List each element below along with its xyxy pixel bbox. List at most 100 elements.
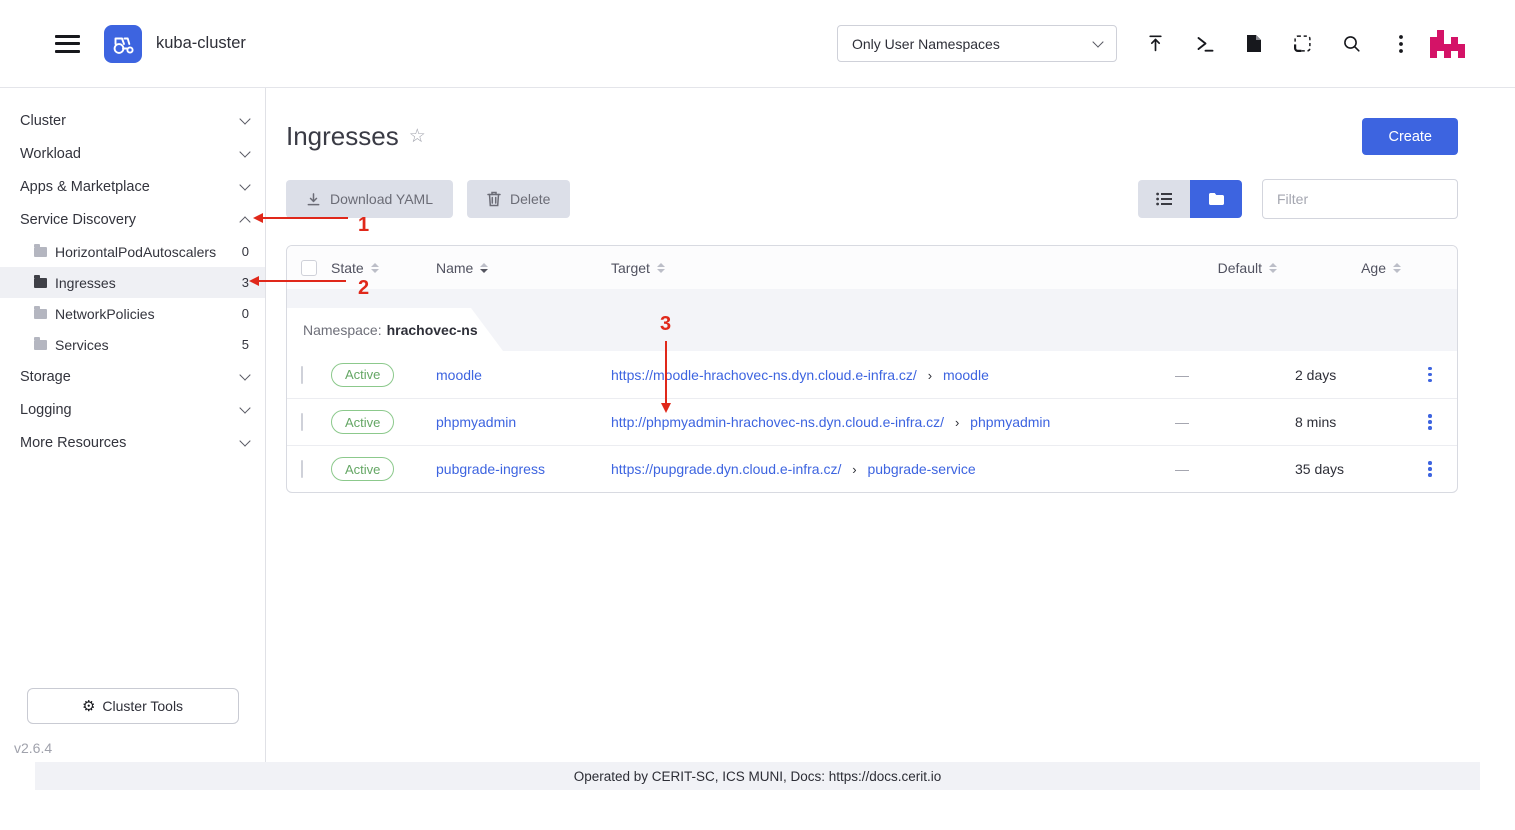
delete-button[interactable]: Delete bbox=[467, 180, 570, 218]
age-value: 35 days bbox=[1295, 461, 1344, 477]
cluster-tools-label: Cluster Tools bbox=[102, 698, 183, 714]
download-yaml-button[interactable]: Download YAML bbox=[286, 180, 453, 218]
sidebar-item-horizontalpodautoscalers[interactable]: HorizontalPodAutoscalers 0 bbox=[0, 236, 265, 267]
filter-input[interactable] bbox=[1262, 179, 1458, 219]
list-view-button[interactable] bbox=[1138, 180, 1190, 218]
table-header-row: State Name Target Default bbox=[287, 246, 1457, 289]
sidebar-item-label: Workload bbox=[20, 146, 81, 162]
file-icon[interactable] bbox=[1229, 23, 1278, 65]
menu-icon[interactable] bbox=[55, 30, 80, 57]
chevron-down-icon bbox=[239, 146, 250, 157]
footer: Operated by CERIT-SC, ICS MUNI, Docs: ht… bbox=[35, 762, 1480, 790]
column-header-state[interactable]: State bbox=[331, 260, 436, 276]
cluster-logo-icon[interactable] bbox=[104, 25, 142, 63]
ingress-name-link[interactable]: moodle bbox=[436, 367, 482, 383]
cluster-tools-button[interactable]: ⚙ Cluster Tools bbox=[27, 688, 239, 724]
chevron-down-icon bbox=[1092, 36, 1103, 47]
target-separator: › bbox=[852, 462, 856, 477]
sort-icon bbox=[657, 263, 665, 273]
row-checkbox[interactable] bbox=[301, 460, 303, 478]
resource-count: 5 bbox=[242, 337, 249, 352]
namespace-filter-select[interactable]: Only User Namespaces bbox=[837, 25, 1117, 62]
status-badge: Active bbox=[331, 410, 394, 434]
age-value: 8 mins bbox=[1295, 414, 1336, 430]
group-by-namespace-button[interactable] bbox=[1190, 180, 1242, 218]
target-service-link[interactable]: moodle bbox=[943, 367, 989, 383]
sidebar-item-label: More Resources bbox=[20, 435, 126, 451]
import-yaml-icon[interactable] bbox=[1278, 23, 1327, 65]
sidebar-item-label: Storage bbox=[20, 369, 71, 385]
sidebar-item-label: Cluster bbox=[20, 113, 66, 129]
trash-icon bbox=[487, 191, 501, 207]
download-icon bbox=[306, 192, 321, 207]
chevron-down-icon bbox=[239, 113, 250, 124]
sidebar-item-service-discovery[interactable]: Service Discovery bbox=[0, 203, 265, 236]
folder-icon bbox=[34, 340, 47, 350]
resource-count: 0 bbox=[242, 244, 249, 259]
sidebar-item-logging[interactable]: Logging bbox=[0, 393, 265, 426]
ingresses-table: State Name Target Default bbox=[286, 245, 1458, 493]
ingress-name-link[interactable]: phpmyadmin bbox=[436, 414, 516, 430]
sidebar-item-cluster[interactable]: Cluster bbox=[0, 104, 265, 137]
app-header: kuba-cluster Only User Namespaces bbox=[0, 0, 1515, 88]
download-yaml-label: Download YAML bbox=[330, 191, 433, 207]
row-checkbox[interactable] bbox=[301, 413, 303, 431]
sort-icon bbox=[371, 263, 379, 273]
muni-logo[interactable] bbox=[1430, 28, 1465, 59]
ingress-name-link[interactable]: pubgrade-ingress bbox=[436, 461, 545, 477]
default-value: — bbox=[1175, 461, 1189, 477]
view-toggle bbox=[1138, 180, 1242, 218]
row-actions-kebab-icon[interactable] bbox=[1403, 363, 1457, 387]
chevron-down-icon bbox=[239, 435, 250, 446]
sidebar-item-networkpolicies[interactable]: NetworkPolicies 0 bbox=[0, 298, 265, 329]
create-button[interactable]: Create bbox=[1362, 118, 1458, 155]
row-actions-kebab-icon[interactable] bbox=[1403, 410, 1457, 434]
sidebar: Cluster Workload Apps & Marketplace Serv… bbox=[0, 88, 266, 762]
namespace-group-tab: Namespace: hrachovec-ns bbox=[287, 308, 503, 351]
column-header-age[interactable]: Age bbox=[1295, 260, 1403, 276]
kebab-menu-icon[interactable] bbox=[1376, 23, 1425, 65]
sidebar-item-label: Ingresses bbox=[55, 275, 116, 291]
list-icon bbox=[1156, 192, 1172, 206]
row-actions-kebab-icon[interactable] bbox=[1403, 457, 1457, 481]
sidebar-item-label: Logging bbox=[20, 402, 72, 418]
target-url-link[interactable]: http://phpmyadmin-hrachovec-ns.dyn.cloud… bbox=[611, 414, 944, 430]
folder-icon bbox=[34, 309, 47, 319]
column-header-name[interactable]: Name bbox=[436, 260, 611, 276]
target-service-link[interactable]: phpmyadmin bbox=[970, 414, 1050, 430]
table-row: Active moodle https://moodle-hrachovec-n… bbox=[287, 351, 1457, 398]
chevron-up-icon bbox=[239, 216, 250, 227]
sidebar-item-apps-marketplace[interactable]: Apps & Marketplace bbox=[0, 170, 265, 203]
sidebar-item-label: HorizontalPodAutoscalers bbox=[55, 244, 216, 260]
status-badge: Active bbox=[331, 457, 394, 481]
upload-icon[interactable] bbox=[1131, 23, 1180, 65]
sidebar-item-services[interactable]: Services 5 bbox=[0, 329, 265, 360]
table-row: Active pubgrade-ingress https://pupgrade… bbox=[287, 445, 1457, 492]
sort-icon bbox=[1269, 263, 1277, 273]
target-service-link[interactable]: pubgrade-service bbox=[867, 461, 975, 477]
sidebar-item-label: NetworkPolicies bbox=[55, 306, 155, 322]
target-url-link[interactable]: https://moodle-hrachovec-ns.dyn.cloud.e-… bbox=[611, 367, 917, 383]
main-content: Ingresses ☆ Create Download YAML Delete bbox=[266, 88, 1515, 762]
folder-icon bbox=[34, 247, 47, 257]
kubectl-shell-icon[interactable] bbox=[1180, 23, 1229, 65]
favorite-star-icon[interactable]: ☆ bbox=[409, 125, 426, 148]
search-icon[interactable] bbox=[1327, 23, 1376, 65]
namespace-filter-value: Only User Namespaces bbox=[852, 36, 1000, 52]
cluster-name: kuba-cluster bbox=[156, 34, 246, 53]
target-url-link[interactable]: https://pupgrade.dyn.cloud.e-infra.cz/ bbox=[611, 461, 841, 477]
sidebar-item-storage[interactable]: Storage bbox=[0, 360, 265, 393]
footer-text: Operated by CERIT-SC, ICS MUNI, Docs: ht… bbox=[574, 769, 942, 784]
gear-icon: ⚙ bbox=[82, 699, 95, 714]
sidebar-item-ingresses[interactable]: Ingresses 3 bbox=[0, 267, 265, 298]
status-badge: Active bbox=[331, 363, 394, 387]
column-header-default[interactable]: Default bbox=[1175, 260, 1295, 276]
sidebar-item-more-resources[interactable]: More Resources bbox=[0, 426, 265, 459]
namespace-value: hrachovec-ns bbox=[387, 322, 478, 338]
select-all-checkbox[interactable] bbox=[301, 260, 317, 276]
column-header-target[interactable]: Target bbox=[611, 260, 1175, 276]
row-checkbox[interactable] bbox=[301, 366, 303, 384]
sidebar-item-workload[interactable]: Workload bbox=[0, 137, 265, 170]
resource-count: 3 bbox=[242, 275, 249, 290]
delete-label: Delete bbox=[510, 191, 550, 207]
